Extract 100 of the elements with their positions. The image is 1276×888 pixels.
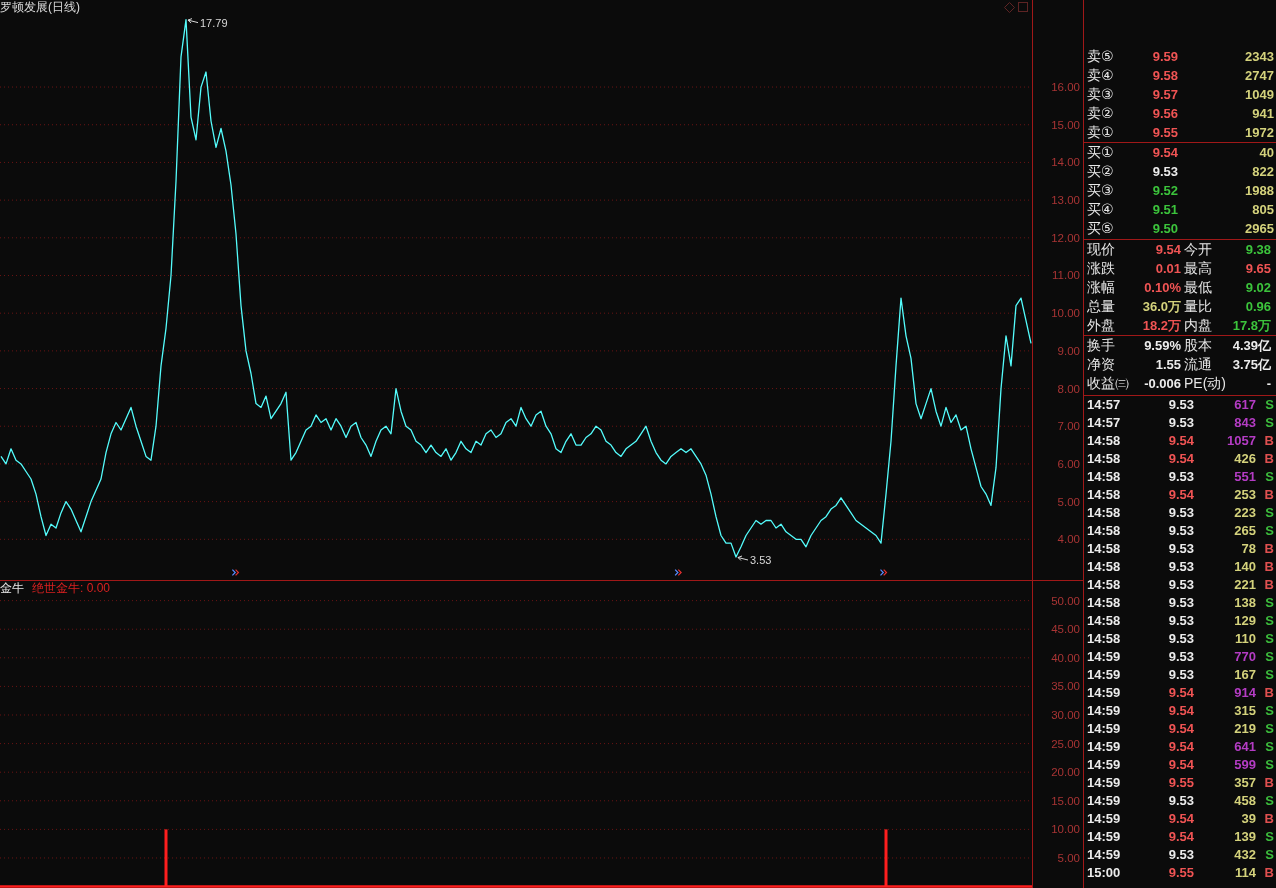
tick-time: 14:58 [1087, 540, 1122, 558]
price-label: 3.53 [750, 554, 772, 566]
order-label: 买② [1087, 162, 1115, 181]
trade-side-label: S [1264, 648, 1274, 666]
trade-side-label: S [1264, 792, 1274, 810]
axis-label: 8.00 [1057, 382, 1080, 395]
axis-label: 45.00 [1051, 623, 1080, 636]
order-price: 9.57 [1151, 85, 1179, 104]
axis-label: 5.00 [1057, 495, 1080, 508]
tick-time: 14:59 [1087, 792, 1122, 810]
trade-side-label: S [1264, 630, 1274, 648]
trade-side-label: B [1263, 432, 1274, 450]
tick-volume: 129 [1233, 612, 1256, 630]
square-icon[interactable] [1018, 2, 1028, 12]
stat-value: 1.55 [1154, 355, 1182, 374]
stat-label: 净资 [1087, 355, 1116, 374]
diamond-icon[interactable] [1004, 1, 1015, 13]
tick-price: 9.54 [1167, 450, 1194, 468]
indicator-reading: 绝世金牛: 0.00 [32, 581, 111, 595]
order-label: 卖① [1087, 123, 1115, 142]
tick-price: 9.55 [1167, 774, 1194, 792]
stat-value: 4.39亿 [1231, 336, 1272, 355]
trade-side-label: S [1264, 468, 1274, 486]
tick-volume: 253 [1233, 486, 1256, 504]
trade-side-label: S [1264, 702, 1274, 720]
stat-label: 股本 [1184, 336, 1213, 355]
axis-label: 15.00 [1051, 118, 1080, 131]
tick-volume: 315 [1233, 702, 1256, 720]
tick-time: 14:58 [1087, 432, 1122, 450]
tick-price: 9.53 [1167, 594, 1194, 612]
tick-time: 14:59 [1087, 774, 1122, 792]
tick-time: 14:59 [1087, 738, 1122, 756]
trade-side-label: B [1263, 774, 1274, 792]
tick-price: 9.53 [1167, 540, 1194, 558]
stat-value: 9.59% [1143, 336, 1182, 355]
axis-label: 20.00 [1051, 766, 1080, 779]
order-label: 卖② [1087, 104, 1115, 123]
axis-label: 14.00 [1051, 156, 1080, 169]
stat-value: 9.38 [1244, 240, 1272, 259]
stat-label: 外盘 [1087, 316, 1116, 335]
tick-time: 14:59 [1087, 846, 1122, 864]
order-volume: 1988 [1244, 181, 1274, 200]
tick-price: 9.54 [1167, 432, 1194, 450]
order-label: 买③ [1087, 181, 1115, 200]
stat-value: - [1265, 374, 1272, 393]
tick-volume: 770 [1233, 648, 1256, 666]
order-volume: 2965 [1244, 219, 1274, 238]
arrow-icon [187, 18, 199, 24]
axis-label: 15.00 [1051, 794, 1080, 807]
order-volume: 1972 [1244, 123, 1274, 142]
tick-volume: 843 [1233, 414, 1256, 432]
tick-price: 9.54 [1167, 828, 1194, 846]
tick-volume: 138 [1233, 594, 1256, 612]
tick-time: 14:59 [1087, 720, 1122, 738]
tick-volume: 914 [1233, 684, 1256, 702]
axis-label: 25.00 [1051, 737, 1080, 750]
axis-label: 9.00 [1057, 344, 1080, 357]
tick-price: 9.53 [1167, 612, 1194, 630]
stat-value: 9.02 [1244, 278, 1272, 297]
tick-time: 14:58 [1087, 612, 1122, 630]
axis-label: 40.00 [1051, 651, 1080, 664]
stat-label: 最低 [1184, 278, 1213, 297]
tick-price: 9.54 [1167, 810, 1194, 828]
tick-time: 14:59 [1087, 666, 1122, 684]
order-price: 9.56 [1151, 104, 1179, 123]
tick-time: 14:58 [1087, 558, 1122, 576]
axis-label: 50.00 [1051, 594, 1080, 607]
order-label: 卖④ [1087, 66, 1115, 85]
trade-side-label: S [1264, 828, 1274, 846]
tick-price: 9.53 [1167, 522, 1194, 540]
tick-time: 15:00 [1087, 864, 1122, 882]
axis-label: 35.00 [1051, 680, 1080, 693]
stat-label: 总量 [1087, 297, 1116, 316]
order-volume: 805 [1251, 200, 1274, 219]
order-price: 9.55 [1151, 123, 1179, 142]
axis-label: 7.00 [1057, 420, 1080, 433]
order-price: 9.53 [1151, 162, 1179, 181]
tick-price: 9.53 [1167, 468, 1194, 486]
tick-time: 14:58 [1087, 450, 1122, 468]
stat-label: 现价 [1087, 240, 1116, 259]
stat-label: 流通 [1184, 355, 1213, 374]
tick-volume: 110 [1234, 630, 1256, 648]
tick-price: 9.53 [1167, 792, 1194, 810]
axis-label: 12.00 [1051, 231, 1080, 244]
tick-price: 9.53 [1167, 648, 1194, 666]
stat-label: PE(动) [1184, 374, 1227, 393]
trade-side-label: S [1264, 414, 1274, 432]
tick-price: 9.54 [1167, 684, 1194, 702]
stat-label: 今开 [1184, 240, 1213, 259]
tick-time: 14:58 [1087, 630, 1122, 648]
order-price: 9.50 [1151, 219, 1179, 238]
trade-side-label: B [1263, 810, 1274, 828]
trade-side-label: B [1263, 576, 1274, 594]
axis-label: 10.00 [1051, 823, 1080, 836]
trade-side-label: B [1263, 540, 1274, 558]
stat-value: 17.8万 [1231, 316, 1272, 335]
tick-time: 14:59 [1087, 702, 1122, 720]
tick-volume: 551 [1233, 468, 1256, 486]
indicator-name: 金牛 [0, 581, 24, 595]
order-price: 9.59 [1151, 47, 1179, 66]
